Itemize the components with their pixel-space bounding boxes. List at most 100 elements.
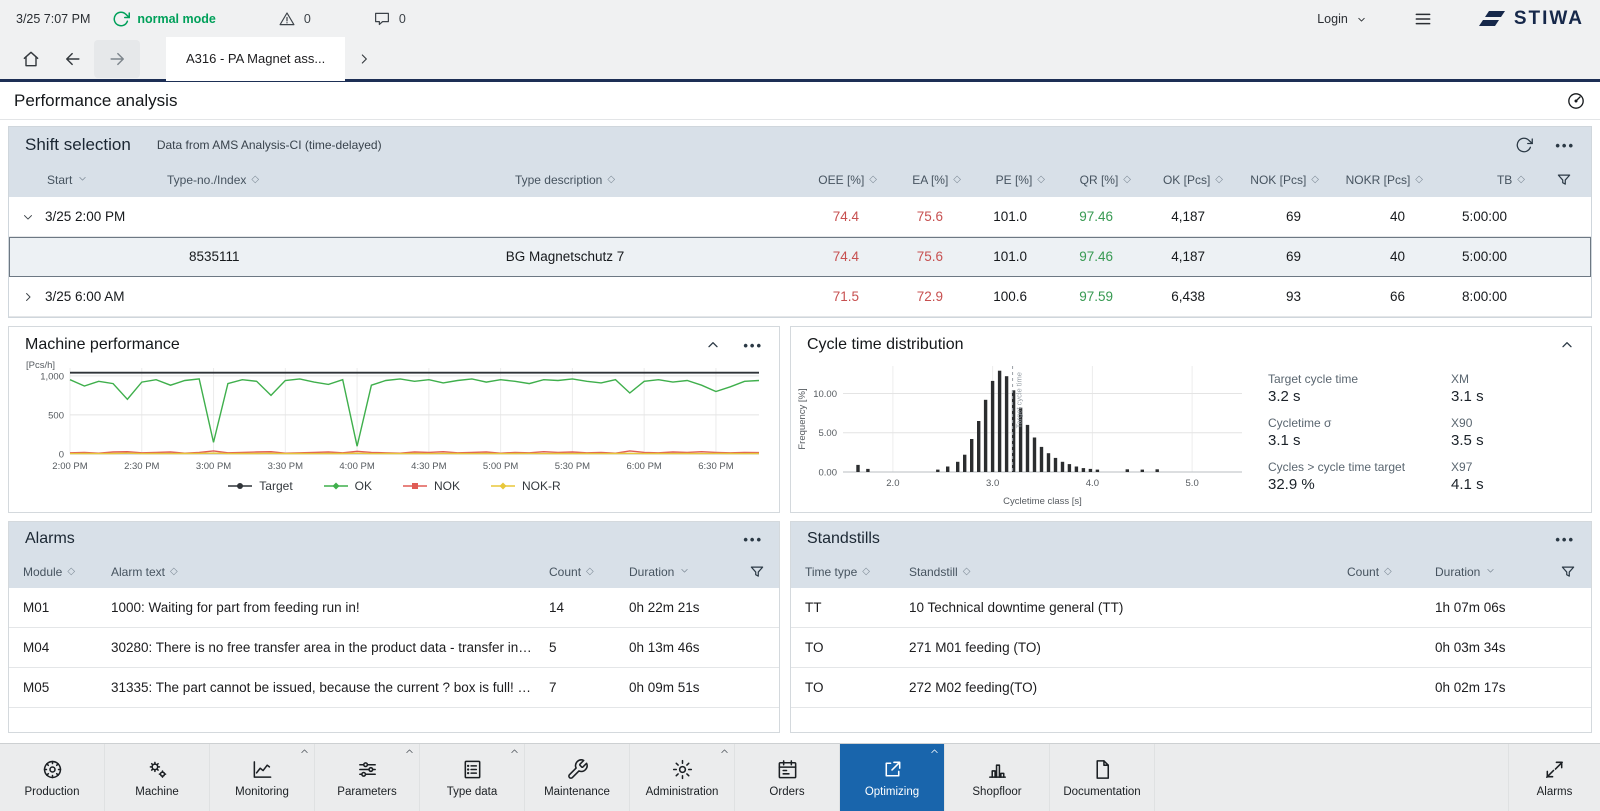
page-title: Performance analysis <box>14 91 177 111</box>
collapse-chevron-icon[interactable] <box>509 745 520 760</box>
svg-text:2:30 PM: 2:30 PM <box>124 461 159 472</box>
back-button[interactable] <box>52 40 94 78</box>
pe-value: 101.0 <box>973 209 1057 224</box>
sort-icon: ◇ <box>586 567 594 577</box>
nav-item-administration[interactable]: Administration <box>630 744 735 811</box>
column-header[interactable]: NOKR [Pcs]◇ <box>1331 173 1435 187</box>
shift-row[interactable]: 3/25 6:00 AM 71.5 72.9 100.6 97.59 6,438… <box>9 277 1591 317</box>
shift-start: 3/25 6:00 AM <box>45 289 125 304</box>
column-header[interactable]: Standstill◇ <box>895 565 1333 579</box>
login-menu[interactable]: Login <box>1317 12 1367 26</box>
alarm-row[interactable]: M0531335: The part cannot be issued, bec… <box>9 668 779 708</box>
funnel-icon <box>1555 171 1573 189</box>
forward-button[interactable] <box>94 40 140 78</box>
nav-item-machine[interactable]: Machine <box>105 744 210 811</box>
chevron-down-icon <box>1485 565 1496 576</box>
collapse-chevron-icon[interactable] <box>705 337 721 353</box>
more-menu-icon[interactable]: ••• <box>1555 532 1575 547</box>
collapse-chevron-icon[interactable] <box>929 745 940 760</box>
sort-icon: ◇ <box>869 175 877 185</box>
chevron-down-icon <box>1356 14 1367 25</box>
nav-item-shopfloor[interactable]: Shopfloor <box>945 744 1050 811</box>
hamburger-menu-icon[interactable] <box>1413 9 1433 29</box>
alarms-title: Alarms <box>25 530 75 548</box>
column-header[interactable]: Module◇ <box>9 565 97 579</box>
alarm-row[interactable]: M011000: Waiting for part from feeding r… <box>9 588 779 628</box>
legend-item[interactable]: Target <box>227 479 292 493</box>
collapse-row-icon[interactable] <box>21 210 35 224</box>
column-header[interactable]: PE [%]◇ <box>973 173 1057 187</box>
warning-indicator[interactable]: 0 <box>278 10 311 28</box>
collapse-chevron-icon[interactable] <box>1559 337 1575 353</box>
sync-mode-icon <box>112 10 130 28</box>
machine-performance-card: Machine performance ••• [Pcs/h]2:00 PM2:… <box>8 326 780 513</box>
alarms-table-header: Module◇Alarm text◇Count◇Duration <box>9 556 779 588</box>
nav-item-type-data[interactable]: Type data <box>420 744 525 811</box>
standstill-row[interactable]: TO271 M01 feeding (TO)0h 03m 34s <box>791 628 1591 668</box>
optimizing-icon <box>881 758 904 781</box>
more-menu-icon[interactable]: ••• <box>743 532 763 547</box>
collapse-chevron-icon[interactable] <box>299 745 310 760</box>
tab-a316[interactable]: A316 - PA Magnet ass... <box>166 37 345 81</box>
shift-selection-header: Shift selection Data from AMS Analysis-C… <box>9 127 1591 163</box>
arrow-left-icon <box>63 49 83 69</box>
shift-row[interactable]: 8535111 BG Magnetschutz 7 74.4 75.6 101.… <box>9 237 1591 277</box>
column-header[interactable]: Alarm text◇ <box>97 565 535 579</box>
standstill-row[interactable]: TO272 M02 feeding(TO)0h 02m 17s <box>791 668 1591 708</box>
nav-item-documentation[interactable]: Documentation <box>1050 744 1155 811</box>
warning-count: 0 <box>304 12 311 26</box>
more-menu-icon[interactable]: ••• <box>743 338 763 353</box>
oee-value: 74.4 <box>801 249 889 264</box>
nav-item-optimizing[interactable]: Optimizing <box>840 744 945 811</box>
refresh-icon[interactable] <box>1515 136 1533 154</box>
filter-button[interactable] <box>1537 171 1591 189</box>
performance-gauge-icon[interactable] <box>1566 91 1586 111</box>
column-header[interactable]: QR [%]◇ <box>1057 173 1143 187</box>
svg-text:0: 0 <box>58 450 63 461</box>
mode-indicator[interactable]: normal mode <box>112 10 216 28</box>
svg-text:2.0: 2.0 <box>886 478 899 489</box>
tab-next-button[interactable] <box>345 40 383 78</box>
column-header[interactable]: Count◇ <box>535 565 615 579</box>
filter-button[interactable] <box>735 563 779 581</box>
column-header[interactable]: Start <box>9 173 159 187</box>
sort-icon: ◇ <box>607 175 615 185</box>
column-header[interactable]: Duration <box>615 565 735 579</box>
nav-item-maintenance[interactable]: Maintenance <box>525 744 630 811</box>
nav-item-alarms[interactable]: Alarms <box>1508 744 1600 811</box>
column-header[interactable]: Duration <box>1421 565 1545 579</box>
column-header[interactable]: Type-no./Index◇ <box>159 173 329 187</box>
legend-item[interactable]: OK <box>323 479 372 493</box>
alarm-row[interactable]: M0430280: There is no free transfer area… <box>9 628 779 668</box>
ok-value: 4,187 <box>1143 249 1235 264</box>
collapse-chevron-icon[interactable] <box>404 745 415 760</box>
column-header[interactable]: Type description◇ <box>329 173 801 187</box>
legend-item[interactable]: NOK <box>402 479 460 493</box>
tb-value: 5:00:00 <box>1435 249 1537 264</box>
shift-row[interactable]: 3/25 2:00 PM 74.4 75.6 101.0 97.46 4,187… <box>9 197 1591 237</box>
nav-item-production[interactable]: Production <box>0 744 105 811</box>
filter-button[interactable] <box>1545 563 1591 581</box>
more-menu-icon[interactable]: ••• <box>1555 138 1575 153</box>
expand-row-icon[interactable] <box>21 290 35 304</box>
column-header[interactable]: Count◇ <box>1333 565 1421 579</box>
ea-value: 75.6 <box>889 209 973 224</box>
nav-item-parameters[interactable]: Parameters <box>315 744 420 811</box>
svg-text:10.00: 10.00 <box>813 389 837 400</box>
column-header[interactable]: NOK [Pcs]◇ <box>1235 173 1331 187</box>
column-header[interactable]: OK [Pcs]◇ <box>1143 173 1235 187</box>
column-header[interactable]: TB◇ <box>1435 173 1537 187</box>
standstill-row[interactable]: TT10 Technical downtime general (TT)1h 0… <box>791 588 1591 628</box>
standstills-table-header: Time type◇Standstill◇Count◇Duration <box>791 556 1591 588</box>
standstills-table-body: TT10 Technical downtime general (TT)1h 0… <box>791 588 1591 708</box>
column-header[interactable]: Time type◇ <box>791 565 895 579</box>
nav-item-monitoring[interactable]: Monitoring <box>210 744 315 811</box>
message-indicator[interactable]: 0 <box>373 10 406 28</box>
home-button[interactable] <box>10 40 52 78</box>
legend-item[interactable]: NOK-R <box>490 479 561 493</box>
shift-selection-subtitle: Data from AMS Analysis-CI (time-delayed) <box>157 138 382 152</box>
nav-item-orders[interactable]: Orders <box>735 744 840 811</box>
collapse-chevron-icon[interactable] <box>719 745 730 760</box>
column-header[interactable]: OEE [%]◇ <box>801 173 889 187</box>
column-header[interactable]: EA [%]◇ <box>889 173 973 187</box>
